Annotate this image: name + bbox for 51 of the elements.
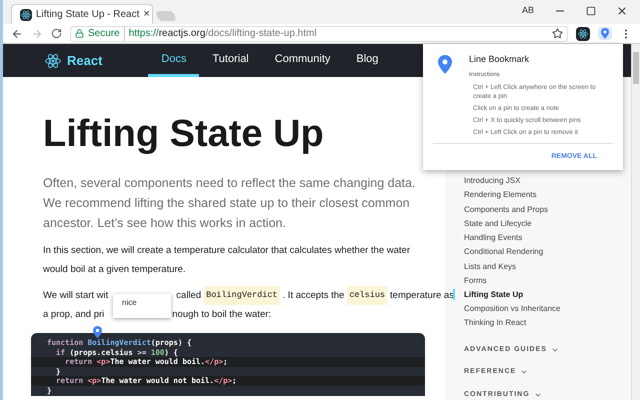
page-title: Lifting State Up: [43, 115, 325, 153]
paragraph-text: . It accepts the: [282, 289, 344, 303]
profile-label: AB: [522, 4, 534, 17]
tab-title: Lifting State Up - React: [36, 8, 140, 22]
sidebar-link[interactable]: Composition vs Inheritance: [464, 303, 560, 316]
pin-icon: [601, 28, 609, 39]
close-icon[interactable]: [616, 4, 628, 17]
intro-text: Often, several components need to reflect the same changing data. We recommend lifting the shared state up to their closest common ancestor. Let’s see how this works in action.: [43, 175, 416, 232]
map-pin-icon: [93, 326, 102, 338]
note-popup[interactable]: nice: [113, 294, 171, 318]
inline-code: BoilingVerdict: [204, 286, 280, 305]
reload-icon[interactable]: [51, 28, 62, 39]
popup-title: Line Bookmark: [469, 53, 530, 66]
nav-link[interactable]: Blog: [343, 44, 392, 77]
map-pin-icon: [438, 55, 452, 74]
brand-name[interactable]: React: [67, 50, 102, 70]
nav-link[interactable]: Community: [262, 44, 344, 77]
nav-link[interactable]: Tutorial: [199, 44, 262, 77]
nav-link[interactable]: Docs: [148, 44, 200, 77]
address-bar[interactable]: Secure https://reactjs.org/docs/lifting-state-up.html: [70, 26, 568, 42]
sidebar-link[interactable]: Handling Events: [464, 232, 522, 244]
lock-icon: [75, 29, 84, 38]
maximize-icon[interactable]: [586, 6, 596, 16]
sidebar-link[interactable]: Lifting State Up: [464, 288, 524, 301]
sidebar-link[interactable]: Introducing JSX: [464, 175, 520, 188]
browser-tab[interactable]: Lifting State Up - React ×: [11, 4, 153, 24]
paragraph-text: a prop, and pri: [43, 308, 104, 322]
sidebar-link[interactable]: Components and Props: [464, 204, 548, 216]
sidebar-link[interactable]: Lists and Keys: [464, 260, 516, 273]
sidebar-link[interactable]: Forms: [464, 274, 487, 287]
tab-close-button[interactable]: ×: [143, 6, 150, 23]
paragraph-text: In this section, we will create a temperature calculator that calculates whether the water would boil at a given temperature.: [43, 244, 411, 277]
react-extension-icon[interactable]: [576, 26, 590, 40]
atom-icon: [578, 28, 588, 38]
active-indicator: [453, 289, 455, 300]
tab-favicon-icon: [21, 10, 31, 20]
bookmark-star-icon[interactable]: [552, 28, 563, 39]
paragraph-text: We will start wit: [43, 289, 108, 303]
inline-code: celsius: [347, 286, 388, 305]
sidebar-link[interactable]: Thinking In React: [464, 317, 526, 330]
pin-extension-button[interactable]: [598, 27, 612, 40]
url-text: https://reactjs.org/docs/lifting-state-up.html: [128, 27, 317, 41]
secure-label: Secure: [88, 26, 125, 41]
back-icon[interactable]: [11, 28, 23, 40]
sidebar-link[interactable]: Conditional Rendering: [464, 246, 544, 258]
paragraph-text: called: [176, 289, 202, 303]
sidebar-link[interactable]: Rendering Elements: [464, 189, 536, 202]
scrollbar[interactable]: [631, 44, 640, 400]
react-logo-icon: [45, 52, 61, 68]
paragraph-text: nough to boil the water:: [172, 308, 272, 322]
sidebar-link[interactable]: State and Lifecycle: [464, 218, 532, 230]
